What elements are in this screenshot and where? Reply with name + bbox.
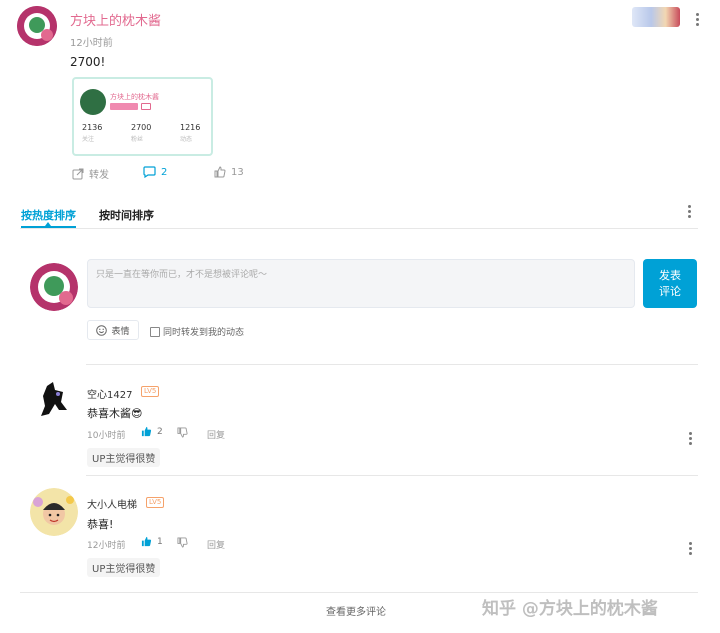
thumbs-down-icon (177, 427, 188, 438)
repost-option[interactable]: 同时转发到我的动态 (150, 325, 244, 338)
post-time: 12小时前 (70, 38, 113, 49)
comment-dislike-button[interactable] (177, 537, 188, 551)
like-button[interactable]: 13 (214, 166, 244, 178)
more-comments-link[interactable]: 查看更多评论 (326, 603, 386, 618)
author-avatar[interactable] (17, 6, 57, 46)
comment-dislike-button[interactable] (177, 427, 188, 441)
comment-level-badge: LV5 (141, 386, 160, 397)
post-content: 2700! (70, 55, 106, 69)
comment-author-name[interactable]: 大小人电梯 (87, 496, 137, 511)
card-stat-followers: 2700 粉丝 (131, 123, 152, 143)
comment-icon (143, 166, 156, 178)
composer-avatar (30, 263, 78, 311)
thumbs-up-icon (214, 166, 226, 178)
author-name[interactable]: 方块上的枕木酱 (70, 10, 161, 29)
comment-text: 恭喜木酱😎 (87, 407, 143, 420)
card-name: 方块上的枕木酱 (110, 93, 159, 101)
card-level-badge (141, 103, 151, 110)
thumbs-down-icon (177, 537, 188, 548)
tabs-divider (20, 228, 698, 229)
tab-sort-time[interactable]: 按时间排序 (99, 207, 154, 223)
comment-text: 恭喜! (87, 518, 114, 531)
commenter-avatar[interactable] (33, 380, 75, 420)
comment-time: 12小时前 (87, 541, 126, 551)
comment-like-button[interactable]: 1 (141, 536, 163, 547)
comment-up-tag: UP主觉得很赞 (87, 558, 161, 577)
comment-like-button[interactable]: 2 (141, 426, 163, 437)
sort-more-icon[interactable] (688, 205, 691, 218)
comment-reply-button[interactable]: 回复 (207, 538, 225, 551)
comment-level-badge: LV5 (146, 497, 165, 508)
card-stat-following: 2136 关注 (82, 123, 103, 143)
thumbs-up-icon (141, 536, 152, 547)
tab-sort-hot[interactable]: 按热度排序 (21, 207, 76, 223)
card-stat-posts: 1216 动态 (180, 123, 201, 143)
tab-active-caret (45, 222, 51, 226)
header-banner-image (632, 7, 680, 27)
comment-button[interactable]: 2 (143, 166, 167, 178)
post-more-icon[interactable] (696, 13, 699, 26)
comment-more-icon[interactable] (689, 432, 692, 445)
comment-reply-button[interactable]: 回复 (207, 428, 225, 441)
comment-divider (86, 475, 698, 476)
share-icon (72, 168, 84, 179)
comment-input-placeholder: 只是一直在等你而已，才不是想被评论呢～ (96, 270, 268, 280)
profile-card[interactable]: 方块上的枕木酱 2136 关注 2700 粉丝 1216 动态 (72, 77, 213, 156)
composer-divider (86, 364, 698, 365)
share-button[interactable]: 转发 (72, 166, 109, 181)
submit-comment-button[interactable]: 发表 评论 (643, 259, 697, 308)
card-badge (110, 103, 138, 110)
commenter-avatar[interactable] (30, 488, 78, 536)
repost-checkbox[interactable] (150, 326, 160, 337)
comment-more-icon[interactable] (689, 542, 692, 555)
smile-icon (96, 324, 108, 336)
comments-end-divider (20, 592, 698, 593)
comment-input[interactable]: 只是一直在等你而已，才不是想被评论呢～ (87, 259, 635, 308)
comment-up-tag: UP主觉得很赞 (87, 448, 161, 467)
thumbs-up-icon (141, 426, 152, 437)
watermark: 知乎 @方块上的枕木酱 (482, 599, 658, 619)
comment-time: 10小时前 (87, 431, 126, 441)
emoji-button[interactable]: 表情 (87, 320, 139, 340)
card-avatar (80, 89, 106, 115)
comment-author-name[interactable]: 空心1427 (87, 386, 132, 401)
